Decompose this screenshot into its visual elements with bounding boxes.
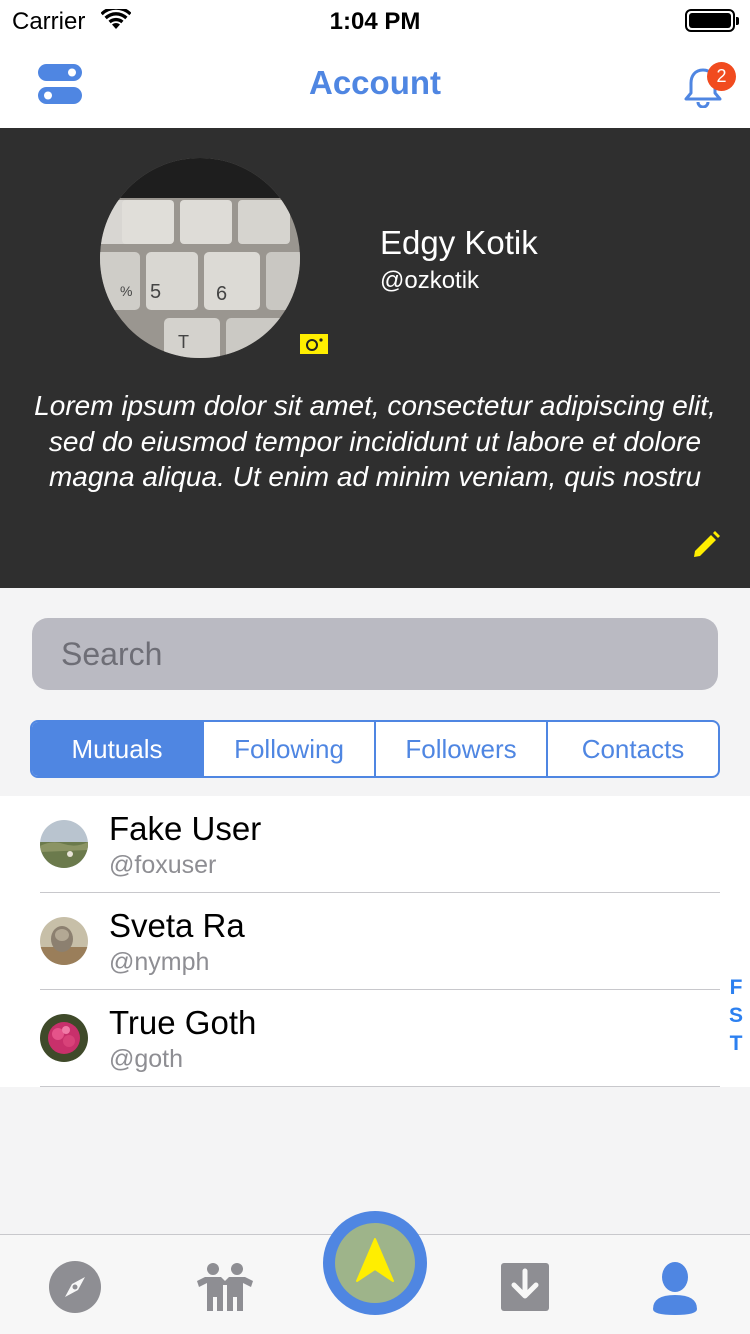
profile-handle: @ozkotik	[380, 267, 480, 294]
clock: 1:04 PM	[329, 8, 421, 35]
tab-followers[interactable]: Followers	[374, 722, 546, 776]
segmented-control: Mutuals Following Followers Contacts	[30, 720, 720, 778]
index-letter[interactable]: F	[726, 974, 746, 1002]
user-handle: @goth	[109, 1045, 184, 1073]
list-item[interactable]: Sveta Ra @nymph	[0, 893, 750, 990]
svg-text:6: 6	[216, 283, 227, 305]
notification-badge: 2	[707, 62, 736, 91]
camera-icon[interactable]	[300, 334, 328, 354]
navigation-arrow-icon	[356, 1238, 394, 1282]
svg-text:T: T	[178, 332, 189, 352]
section-index[interactable]: F S T	[726, 974, 746, 1058]
profile-name: Edgy Kotik	[380, 224, 538, 261]
user-handle: @nymph	[109, 948, 210, 976]
user-avatar	[40, 1014, 88, 1062]
user-handle: @foxuser	[109, 851, 217, 879]
center-navigate-button[interactable]	[323, 1211, 427, 1315]
tab-contacts[interactable]: Contacts	[546, 722, 718, 776]
compass-icon[interactable]	[47, 1259, 103, 1315]
people-icon[interactable]	[197, 1259, 253, 1315]
user-name: True Goth	[109, 1004, 257, 1041]
user-list: Fake User @foxuser Sveta Ra @nymph True …	[0, 796, 750, 1087]
profile-header: 5 6 % T Edgy Kotik @ozkotik Lorem ipsum …	[0, 128, 750, 588]
tab-following[interactable]: Following	[202, 722, 374, 776]
profile-icon[interactable]	[647, 1259, 703, 1315]
list-item[interactable]: True Goth @goth	[0, 990, 750, 1087]
battery-icon	[685, 9, 739, 32]
profile-bio: Lorem ipsum dolor sit amet, consectetur …	[34, 390, 716, 492]
list-item[interactable]: Fake User @foxuser	[0, 796, 750, 893]
pencil-icon[interactable]	[691, 529, 721, 559]
download-icon[interactable]	[497, 1259, 553, 1315]
user-name: Fake User	[109, 810, 262, 847]
index-letter[interactable]: T	[726, 1030, 746, 1058]
center-button-face	[335, 1223, 415, 1303]
nav-bar: Account 2	[0, 40, 750, 128]
index-letter[interactable]: S	[726, 1002, 746, 1030]
svg-text:5: 5	[150, 281, 161, 303]
divider	[40, 1086, 720, 1087]
user-name: Sveta Ra	[109, 907, 245, 944]
search-input[interactable]	[32, 618, 718, 690]
user-avatar	[40, 917, 88, 965]
status-bar: Carrier 1:04 PM	[0, 0, 750, 40]
tab-mutuals[interactable]: Mutuals	[32, 722, 202, 776]
profile-avatar[interactable]: 5 6 % T	[100, 158, 300, 358]
user-avatar	[40, 820, 88, 868]
svg-text:%: %	[120, 283, 132, 299]
page-title: Account	[309, 64, 441, 101]
